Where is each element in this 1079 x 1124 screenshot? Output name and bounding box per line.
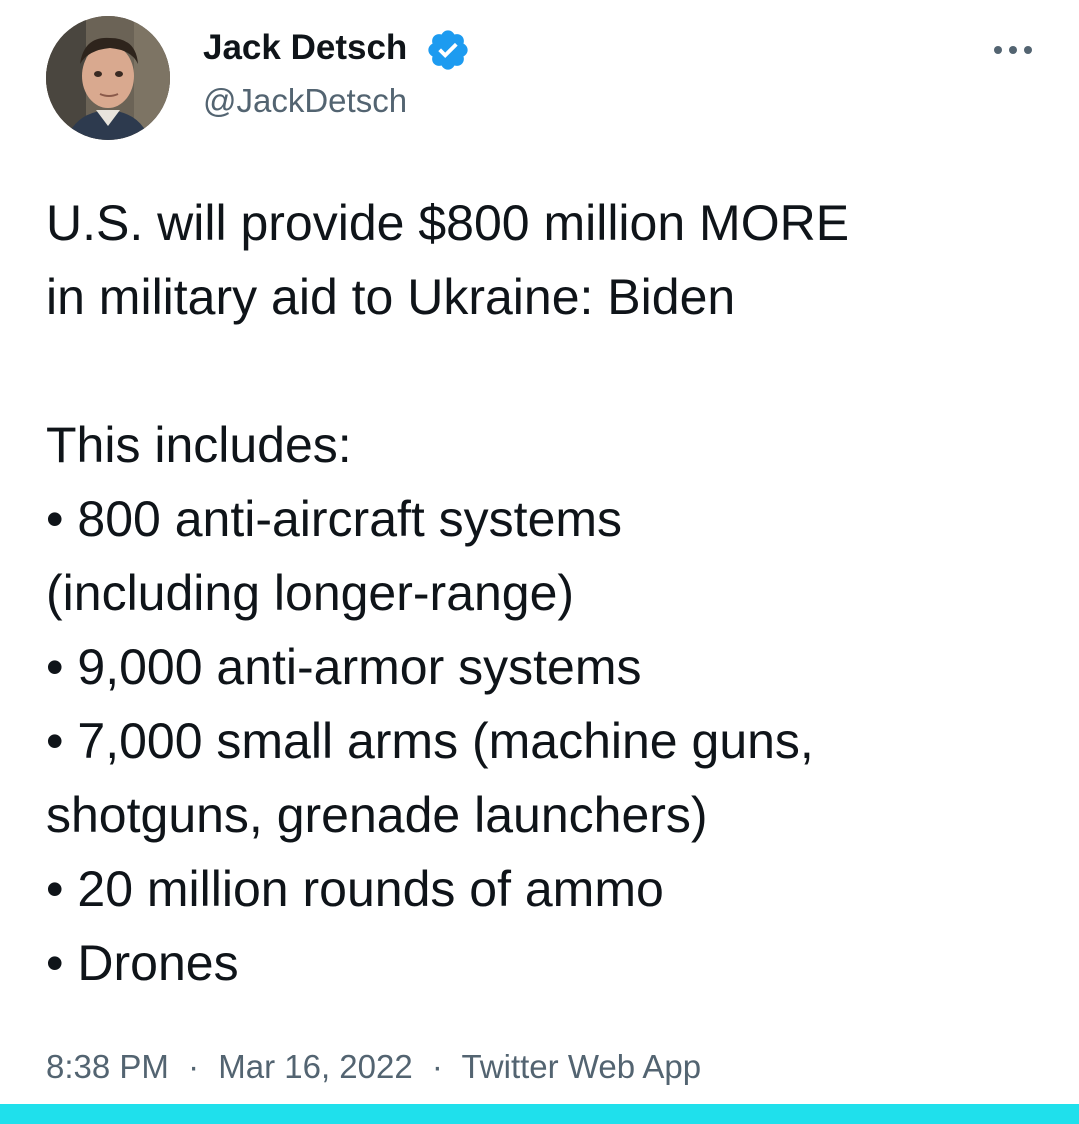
tweet-line: (including longer-range): [46, 565, 575, 621]
author-name[interactable]: Jack Detsch: [203, 24, 407, 72]
tweet-card: Jack Detsch @JackDetsch U.S. will provid…: [0, 0, 1079, 1124]
author-handle[interactable]: @JackDetsch: [203, 78, 407, 124]
bottom-accent-bar: [0, 1104, 1079, 1124]
avatar-image: [46, 16, 170, 140]
tweet-source[interactable]: Twitter Web App: [461, 1048, 701, 1085]
more-options-icon[interactable]: [988, 30, 1038, 70]
tweet-line: • 800 anti-aircraft systems: [46, 491, 623, 547]
tweet-line: • 9,000 anti-armor systems: [46, 639, 642, 695]
meta-separator: ·: [431, 1048, 443, 1085]
tweet-date[interactable]: Mar 16, 2022: [218, 1048, 412, 1085]
meta-separator: ·: [188, 1048, 200, 1085]
tweet-line: U.S. will provide $800 million MORE: [46, 195, 850, 251]
tweet-meta: 8:38 PM · Mar 16, 2022 · Twitter Web App: [46, 1043, 701, 1091]
tweet-line: • 7,000 small arms (machine guns,: [46, 713, 814, 769]
tweet-line: • Drones: [46, 935, 239, 991]
tweet-line: • 20 million rounds of ammo: [46, 861, 664, 917]
tweet-line: in military aid to Ukraine: Biden: [46, 269, 736, 325]
verified-badge-icon: [428, 30, 468, 70]
tweet-line: shotguns, grenade launchers): [46, 787, 708, 843]
tweet-text: U.S. will provide $800 million MORE in m…: [46, 186, 1056, 1000]
tweet-line: This includes:: [46, 417, 352, 473]
tweet-time[interactable]: 8:38 PM: [46, 1048, 169, 1085]
avatar[interactable]: [46, 16, 170, 140]
